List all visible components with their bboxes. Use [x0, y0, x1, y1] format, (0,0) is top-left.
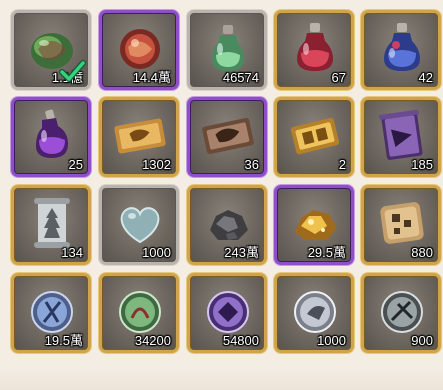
blue-potion-icon [384, 23, 420, 71]
bronze-ticket-icon [202, 117, 254, 155]
item-slot-purple-potion[interactable]: 25 [11, 97, 91, 177]
item-quantity: 900 [411, 333, 433, 348]
gold-ticket-icon [114, 118, 166, 154]
item-slot-green-orb[interactable]: 1.1億 [11, 10, 91, 90]
dark-medal-icon [381, 291, 423, 333]
item-quantity: 36 [244, 157, 259, 172]
item-quantity: 2 [338, 157, 346, 172]
item-quantity: 67 [331, 70, 346, 85]
gold-coupon-icon [290, 117, 340, 155]
item-quantity: 880 [411, 245, 433, 260]
inventory-grid: 1.1億 14.4萬 46574 67 42 25 1302 36 2 185 … [0, 0, 443, 390]
gold-ore-icon [295, 210, 337, 240]
item-slot-bronze-ticket[interactable]: 36 [187, 97, 267, 177]
purple-scroll-icon [379, 109, 423, 160]
purple-potion-icon [36, 109, 68, 158]
gold-cookie-icon [380, 202, 424, 244]
blue-medal-icon [31, 291, 73, 333]
item-slot-gold-cookie[interactable]: 880 [361, 185, 441, 265]
item-quantity: 19.5萬 [44, 333, 83, 348]
item-quantity: 1000 [142, 245, 171, 260]
next-row-edge [0, 366, 443, 390]
item-slot-purple-scroll[interactable]: 185 [361, 97, 441, 177]
green-potion-icon [212, 25, 244, 71]
item-quantity: 29.5萬 [307, 245, 346, 260]
item-slot-gold-ticket[interactable]: 1302 [99, 97, 179, 177]
item-quantity: 185 [411, 157, 433, 172]
item-quantity: 134 [61, 245, 83, 260]
red-orb-icon [120, 29, 160, 69]
checkmark-icon [59, 60, 86, 82]
item-slot-silver-scroll[interactable]: 134 [11, 185, 91, 265]
item-quantity: 1000 [317, 333, 346, 348]
item-slot-gold-coupon[interactable]: 2 [274, 97, 354, 177]
item-quantity: 243萬 [224, 245, 259, 260]
item-quantity: 14.4萬 [132, 70, 171, 85]
silver-scroll-icon [34, 198, 70, 248]
item-slot-iron-ore[interactable]: 243萬 [187, 185, 267, 265]
item-quantity: 34200 [134, 333, 171, 348]
item-quantity: 46574 [222, 70, 259, 85]
item-slot-green-medal[interactable]: 34200 [99, 273, 179, 353]
item-slot-dark-medal[interactable]: 900 [361, 273, 441, 353]
item-quantity: 54800 [222, 333, 259, 348]
green-medal-icon [119, 291, 161, 333]
item-slot-gold-ore[interactable]: 29.5萬 [274, 185, 354, 265]
item-slot-green-potion[interactable]: 46574 [187, 10, 267, 90]
heart-icon [120, 207, 160, 244]
red-potion-icon [297, 23, 333, 71]
item-quantity: 1302 [142, 157, 171, 172]
iron-ore-icon [210, 210, 248, 240]
item-slot-silver-heart[interactable]: 1000 [99, 185, 179, 265]
item-slot-blue-medal[interactable]: 19.5萬 [11, 273, 91, 353]
item-slot-blue-potion[interactable]: 42 [361, 10, 441, 90]
item-quantity: 25 [68, 157, 83, 172]
silver-medal-icon [294, 291, 336, 333]
item-quantity: 42 [418, 70, 433, 85]
item-slot-red-orb[interactable]: 14.4萬 [99, 10, 179, 90]
item-slot-purple-medal[interactable]: 54800 [187, 273, 267, 353]
purple-medal-icon [207, 291, 249, 333]
item-slot-silver-medal[interactable]: 1000 [274, 273, 354, 353]
item-slot-red-potion[interactable]: 67 [274, 10, 354, 90]
